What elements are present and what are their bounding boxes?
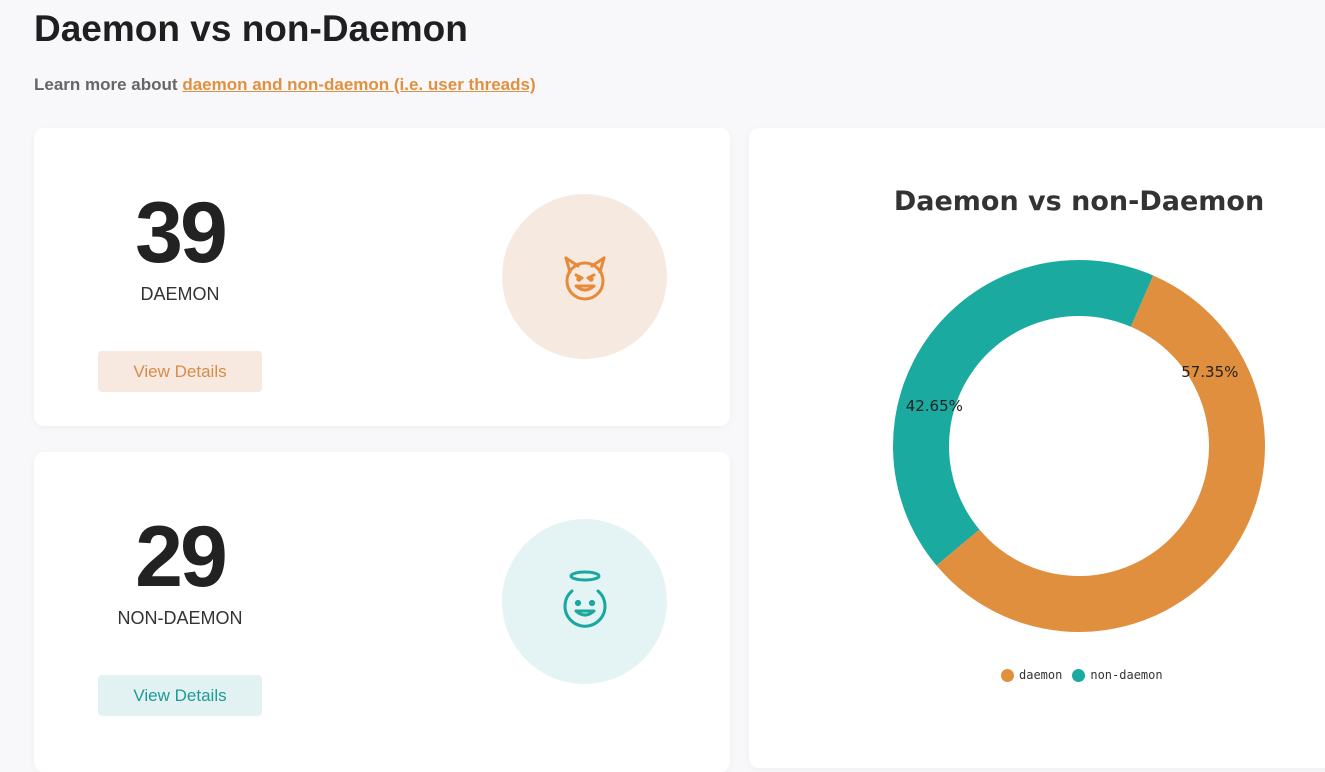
legend-swatch-daemon [1001, 668, 1014, 682]
daemon-view-details-button[interactable]: View Details [98, 351, 262, 392]
nondaemon-card: 29 NON-DAEMON View Details [34, 452, 730, 772]
nondaemon-view-details-button[interactable]: View Details [98, 675, 262, 716]
angel-face-icon [563, 570, 606, 628]
donut-chart: 42.65% 57.35% [893, 259, 1265, 632]
nondaemon-icon-circle [502, 519, 667, 684]
slice-label-daemon: 57.35% [1181, 363, 1238, 381]
page-title: Daemon vs non-Daemon [34, 8, 468, 49]
learn-more-prefix: Learn more about [34, 75, 178, 94]
nondaemon-count: 29 [135, 509, 228, 605]
devil-face-icon [564, 256, 605, 300]
legend-item-daemon[interactable]: daemon [1001, 668, 1062, 682]
daemon-icon-circle [502, 194, 667, 359]
chart-card: Daemon vs non-Daemon 42.65% 57.35% daemon… [749, 128, 1325, 768]
legend-item-nondaemon[interactable]: non-daemon [1072, 668, 1163, 682]
daemon-card: 39 DAEMON View Details [34, 128, 730, 426]
legend-label-daemon: daemon [1019, 668, 1063, 682]
nondaemon-label: NON-DAEMON [117, 608, 243, 628]
learn-more-text: Learn more about daemon and non-daemon (… [34, 75, 536, 95]
daemon-info-link[interactable]: daemon and non-daemon (i.e. user threads… [182, 75, 535, 94]
daemon-count: 39 [135, 185, 228, 281]
chart-legend: daemon non-daemon [1001, 668, 1163, 682]
daemon-label: DAEMON [140, 284, 220, 304]
slice-label-nondaemon: 42.65% [906, 397, 963, 415]
legend-swatch-nondaemon [1072, 668, 1086, 682]
legend-label-nondaemon: non-daemon [1090, 668, 1163, 682]
